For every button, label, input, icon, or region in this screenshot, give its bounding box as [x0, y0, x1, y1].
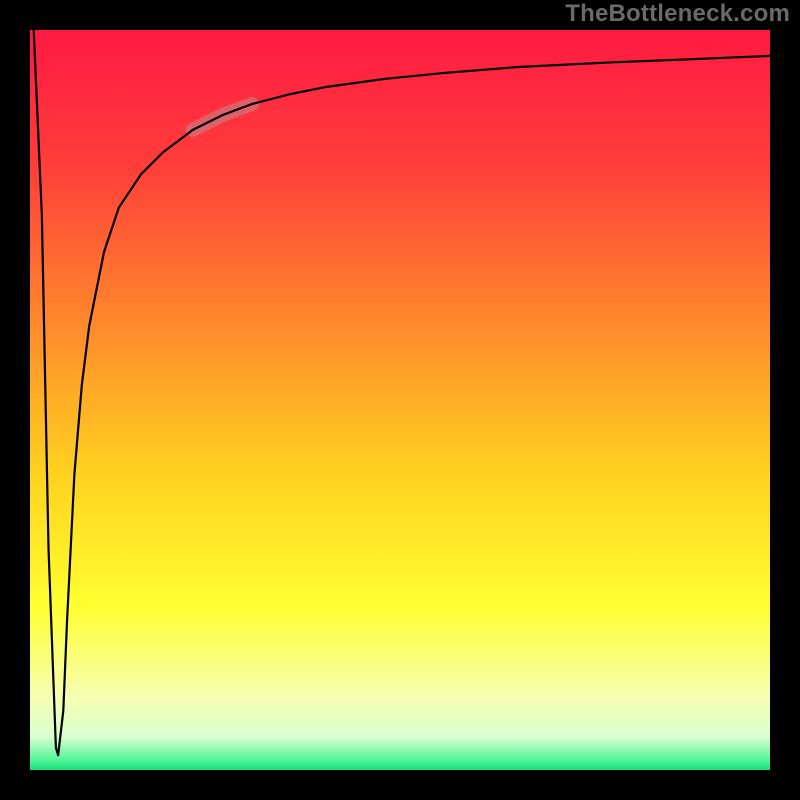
chart-container: TheBottleneck.com — [0, 0, 800, 800]
watermark-text: TheBottleneck.com — [565, 0, 790, 28]
bottleneck-plot — [0, 0, 800, 800]
plot-area — [30, 30, 770, 770]
